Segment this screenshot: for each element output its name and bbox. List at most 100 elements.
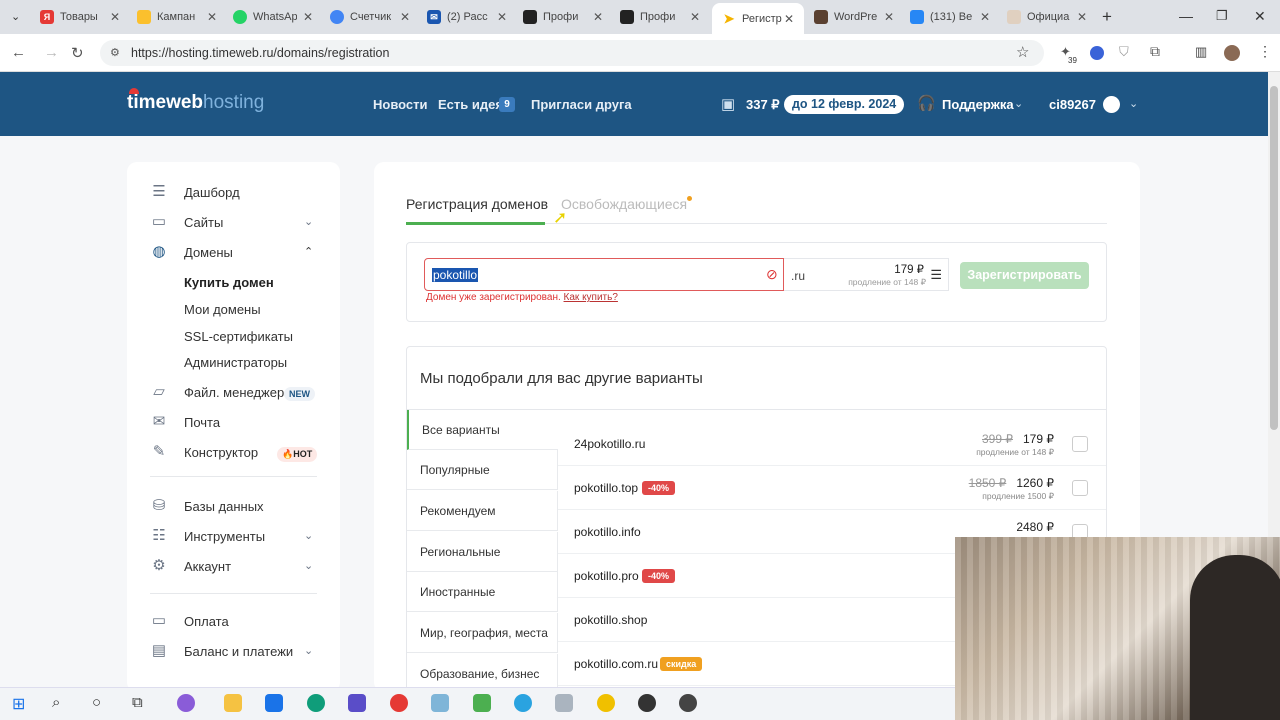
- menu-dots-icon[interactable]: ⋮: [1258, 43, 1272, 60]
- browser-tab-6[interactable]: Профи ✕: [620, 6, 700, 28]
- chevron-down-icon[interactable]: ⌄: [304, 644, 313, 657]
- reload-icon[interactable]: ↻: [71, 44, 84, 62]
- shield-icon[interactable]: ⛉: [1119, 44, 1129, 60]
- category-all[interactable]: Все варианты: [407, 410, 558, 450]
- scrollbar-thumb[interactable]: [1270, 86, 1278, 430]
- result-row[interactable]: 24pokotillo.ru 399 ₽ 179 ₽ продление от 1…: [558, 422, 1106, 466]
- back-icon[interactable]: ←: [11, 44, 26, 61]
- close-tab-icon[interactable]: ✕: [884, 10, 894, 24]
- close-tab-icon[interactable]: ✕: [593, 10, 603, 24]
- windows-start-icon[interactable]: ⊞: [12, 694, 25, 714]
- mail-app-icon[interactable]: [265, 694, 283, 712]
- sidebar-item-sites[interactable]: Сайты: [184, 215, 223, 230]
- how-to-buy-link[interactable]: Как купить?: [564, 292, 618, 303]
- site-settings-icon[interactable]: ⚙: [110, 46, 120, 59]
- support-menu[interactable]: Поддержка: [942, 97, 1014, 112]
- obs-icon[interactable]: [679, 694, 697, 712]
- browser-tab-10[interactable]: Официа ✕: [1007, 6, 1087, 28]
- sidebar-subitem-admins[interactable]: Администраторы: [184, 355, 287, 370]
- sidepanel-icon[interactable]: ▥: [1195, 44, 1207, 60]
- tab-registration[interactable]: Регистрация доменов: [406, 196, 548, 212]
- nav-news[interactable]: Новости: [373, 97, 428, 112]
- sidebar-subitem-my-domains[interactable]: Мои домены: [184, 302, 261, 317]
- avatar[interactable]: [1224, 45, 1240, 61]
- puzzle-icon[interactable]: ⧉: [1150, 43, 1160, 60]
- browser-tab-8[interactable]: WordPre ✕: [814, 6, 894, 28]
- category-foreign[interactable]: Иностранные: [407, 572, 558, 612]
- balance[interactable]: 337 ₽: [746, 97, 780, 113]
- close-tab-icon[interactable]: ✕: [207, 10, 217, 24]
- paid-until-badge[interactable]: до 12 февр. 2024: [784, 95, 905, 114]
- tab-expiring[interactable]: Освобождающиеся: [561, 196, 687, 212]
- address-bar[interactable]: https://hosting.timeweb.ru/domains/regis…: [100, 40, 1044, 66]
- nav-idea[interactable]: Есть идея: [438, 97, 503, 112]
- sidebar-item-constructor[interactable]: Конструктор: [184, 445, 258, 460]
- category-geo[interactable]: Мир, география, места: [407, 613, 558, 653]
- no-entry-icon[interactable]: ⊘: [766, 266, 778, 283]
- app-icon[interactable]: [431, 694, 449, 712]
- save-app-icon[interactable]: [348, 694, 366, 712]
- menu-lines-icon[interactable]: ☰: [930, 267, 942, 283]
- close-tab-icon[interactable]: ✕: [303, 10, 313, 24]
- user-icon[interactable]: [1103, 96, 1120, 113]
- sidebar-item-file-manager[interactable]: Файл. менеджер: [184, 385, 284, 400]
- forward-icon[interactable]: →: [44, 44, 59, 61]
- category-recommended[interactable]: Рекомендуем: [407, 491, 558, 531]
- sidebar-item-domains[interactable]: Домены: [184, 245, 233, 260]
- browser-tab-0[interactable]: Я Товары ✕: [40, 6, 120, 28]
- search-icon[interactable]: ⌕: [52, 694, 60, 711]
- browser-tab-active[interactable]: ➤ Регистр ✕: [712, 3, 804, 34]
- browser-tab-4[interactable]: ✉ (2) Расс ✕: [427, 6, 507, 28]
- result-row[interactable]: pokotillo.top -40% 1850 ₽ 1260 ₽ продлени…: [558, 466, 1106, 510]
- register-button[interactable]: Зарегистрировать: [960, 262, 1089, 289]
- sidebar-item-payment[interactable]: Оплата: [184, 614, 229, 629]
- result-checkbox[interactable]: [1072, 480, 1088, 496]
- bookmark-star-icon[interactable]: ☆: [1016, 43, 1029, 61]
- zone-selector[interactable]: .ru 179 ₽ продление от 148 ₽ ☰: [784, 258, 949, 291]
- category-popular[interactable]: Популярные: [407, 450, 558, 490]
- browser-tab-2[interactable]: WhatsAp ✕: [233, 6, 313, 28]
- app-icon[interactable]: [177, 694, 195, 712]
- window-close-icon[interactable]: ✕: [1254, 8, 1266, 25]
- sidebar-item-mail[interactable]: Почта: [184, 415, 220, 430]
- logo[interactable]: timewebhosting: [127, 92, 264, 114]
- domain-input[interactable]: pokotillo ⊘: [424, 258, 784, 291]
- sidebar-item-tools[interactable]: Инструменты: [184, 529, 265, 544]
- sidebar-item-account[interactable]: Аккаунт: [184, 559, 231, 574]
- browser-tab-1[interactable]: Кампан ✕: [137, 6, 217, 28]
- minimize-icon[interactable]: —: [1179, 8, 1193, 24]
- cortana-icon[interactable]: ○: [92, 694, 101, 711]
- task-view-icon[interactable]: ⧉: [132, 694, 143, 711]
- chevron-up-icon[interactable]: ⌃: [304, 245, 313, 258]
- username[interactable]: ci89267: [1049, 97, 1096, 112]
- edge-icon[interactable]: [307, 694, 325, 712]
- close-tab-icon[interactable]: ✕: [690, 10, 700, 24]
- chrome-icon[interactable]: [597, 694, 615, 712]
- chevron-down-icon[interactable]: ⌄: [304, 529, 313, 542]
- tab-search-chevron-icon[interactable]: ⌄: [11, 10, 20, 23]
- close-tab-icon[interactable]: ✕: [784, 12, 794, 26]
- browser-extension-icon[interactable]: [1090, 46, 1104, 60]
- browser-tab-3[interactable]: Счетчик ✕: [330, 6, 410, 28]
- chevron-down-icon[interactable]: ⌄: [304, 215, 313, 228]
- app-icon[interactable]: [555, 694, 573, 712]
- chevron-down-icon[interactable]: ⌄: [304, 559, 313, 572]
- sidebar-item-dashboard[interactable]: Дашборд: [184, 185, 240, 200]
- browser-tab-9[interactable]: (131) Ве ✕: [910, 6, 990, 28]
- folder-icon[interactable]: [224, 694, 242, 712]
- close-tab-icon[interactable]: ✕: [110, 10, 120, 24]
- close-tab-icon[interactable]: ✕: [497, 10, 507, 24]
- sidebar-item-databases[interactable]: Базы данных: [184, 499, 264, 514]
- nav-invite[interactable]: Пригласи друга: [531, 97, 632, 112]
- close-tab-icon[interactable]: ✕: [400, 10, 410, 24]
- result-checkbox[interactable]: [1072, 436, 1088, 452]
- drive-icon[interactable]: [473, 694, 491, 712]
- gear-icon[interactable]: [638, 694, 656, 712]
- new-tab-icon[interactable]: +: [1102, 7, 1112, 27]
- restore-icon[interactable]: ❐: [1216, 8, 1228, 24]
- sidebar-item-balance[interactable]: Баланс и платежи: [184, 644, 293, 659]
- telegram-icon[interactable]: [514, 694, 532, 712]
- sidebar-subitem-ssl[interactable]: SSL-сертификаты: [184, 329, 293, 344]
- sidebar-subitem-buy-domain[interactable]: Купить домен: [184, 275, 274, 290]
- browser-tab-5[interactable]: Профи ✕: [523, 6, 603, 28]
